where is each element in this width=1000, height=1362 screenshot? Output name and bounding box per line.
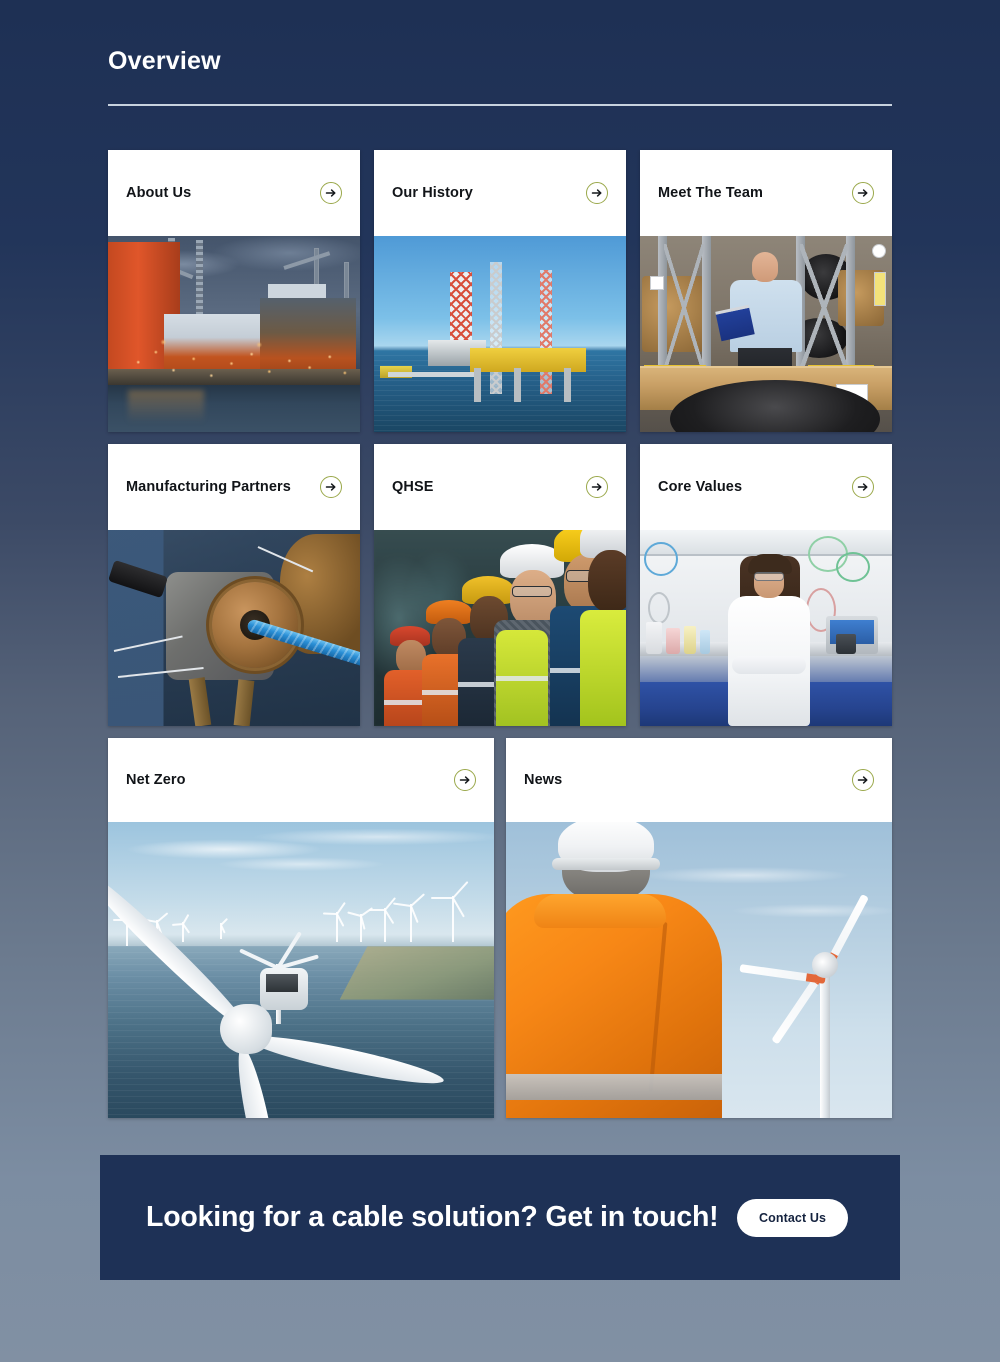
card-image-news xyxy=(506,822,892,1118)
header-divider xyxy=(108,104,892,106)
contact-us-button[interactable]: Contact Us xyxy=(737,1198,848,1237)
overview-header: Overview xyxy=(108,46,892,106)
card-title: News xyxy=(524,772,563,788)
card-title: Net Zero xyxy=(126,772,186,788)
card-image-manufacturing-partners xyxy=(108,530,360,726)
card-header: About Us xyxy=(108,150,360,236)
card-net-zero[interactable]: Net Zero xyxy=(108,738,494,1118)
card-about-us[interactable]: About Us xyxy=(108,150,360,432)
card-core-values[interactable]: Core Values xyxy=(640,444,892,726)
overview-card-grid: About Us Our History Meet The Team Manuf… xyxy=(108,150,892,1130)
card-title: QHSE xyxy=(392,479,434,495)
card-image-net-zero xyxy=(108,822,494,1118)
arrow-right-circle-icon[interactable] xyxy=(852,769,874,791)
card-header: Net Zero xyxy=(108,738,494,822)
arrow-right-circle-icon[interactable] xyxy=(586,476,608,498)
card-title: Our History xyxy=(392,185,473,201)
card-title: Core Values xyxy=(658,479,743,495)
card-our-history[interactable]: Our History xyxy=(374,150,626,432)
arrow-right-circle-icon[interactable] xyxy=(586,182,608,204)
card-header: QHSE xyxy=(374,444,626,530)
card-image-about-us xyxy=(108,236,360,432)
card-row-3: Net Zero News xyxy=(108,738,892,1118)
arrow-right-circle-icon[interactable] xyxy=(454,769,476,791)
card-qhse[interactable]: QHSE xyxy=(374,444,626,726)
card-image-meet-the-team xyxy=(640,236,892,432)
overview-page: Overview About Us Our History Meet The T… xyxy=(0,0,1000,1362)
contact-cta-banner: Looking for a cable solution? Get in tou… xyxy=(100,1155,900,1280)
arrow-right-circle-icon[interactable] xyxy=(320,182,342,204)
card-image-qhse xyxy=(374,530,626,726)
card-row-1: About Us Our History Meet The Team xyxy=(108,150,892,432)
card-title: About Us xyxy=(126,185,192,201)
arrow-right-circle-icon[interactable] xyxy=(852,182,874,204)
arrow-right-circle-icon[interactable] xyxy=(320,476,342,498)
card-header: Meet The Team xyxy=(640,150,892,236)
card-header: Manufacturing Partners xyxy=(108,444,360,530)
card-title: Manufacturing Partners xyxy=(126,479,291,495)
card-header: News xyxy=(506,738,892,822)
card-row-2: Manufacturing Partners QHSE Core Values xyxy=(108,444,892,726)
card-manufacturing-partners[interactable]: Manufacturing Partners xyxy=(108,444,360,726)
card-meet-the-team[interactable]: Meet The Team xyxy=(640,150,892,432)
arrow-right-circle-icon[interactable] xyxy=(852,476,874,498)
card-image-our-history xyxy=(374,236,626,432)
card-image-core-values xyxy=(640,530,892,726)
card-header: Core Values xyxy=(640,444,892,530)
cta-headline: Looking for a cable solution? Get in tou… xyxy=(146,1201,719,1233)
card-news[interactable]: News xyxy=(506,738,892,1118)
card-title: Meet The Team xyxy=(658,185,763,201)
card-header: Our History xyxy=(374,150,626,236)
page-title: Overview xyxy=(108,47,221,75)
